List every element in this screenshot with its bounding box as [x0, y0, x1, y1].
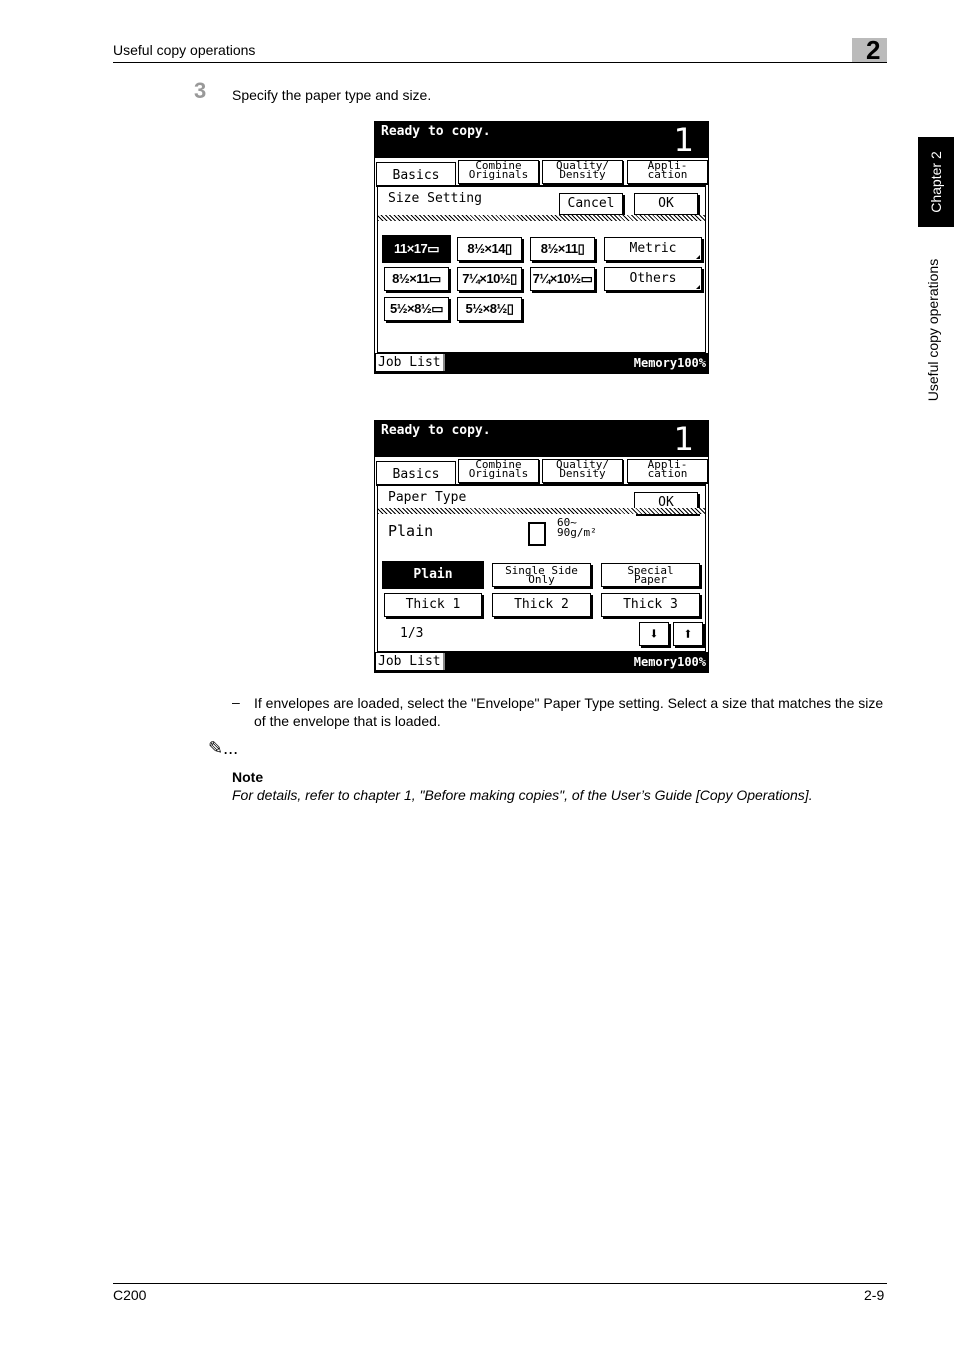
status-bar: Ready to copy. 1 — [375, 122, 708, 158]
tab-application[interactable]: Appli-cation — [627, 160, 708, 184]
bottom-bar: Job List Memory100% — [375, 353, 708, 373]
tab-label: Basics — [392, 467, 440, 482]
panel-title: Paper Type — [388, 490, 467, 505]
panel-title: Size Setting — [388, 191, 482, 206]
tab-basics[interactable]: Basics — [376, 461, 456, 486]
size-setting-panel: Size Setting Cancel OK 11×17▭ 8½×14▯ 8½×… — [377, 185, 706, 353]
tab-label: Originals — [468, 467, 529, 480]
size-setting-screen: Ready to copy. 1 Basics Combine Originals… — [374, 121, 709, 374]
thick-3-button[interactable]: Thick 3 — [601, 593, 700, 617]
status-message: Ready to copy. — [381, 124, 491, 139]
size-button-11x17[interactable]: 11×17▭ — [382, 235, 451, 263]
tab-label: Basics — [392, 168, 440, 183]
status-message: Ready to copy. — [381, 423, 491, 438]
paper-sheet-icon — [528, 522, 546, 546]
hatch-divider — [378, 215, 705, 221]
section-side-label-text: Useful copy operations — [925, 258, 941, 402]
section-side-label: Useful copy operations — [918, 240, 954, 420]
footer-model: C200 — [113, 1287, 147, 1303]
tab-application[interactable]: Appli-cation — [627, 459, 708, 483]
tab-combine-originals[interactable]: Combine Originals — [458, 160, 539, 184]
down-arrow-button[interactable]: ⬇ — [639, 622, 669, 646]
current-paper-type: Plain — [388, 522, 434, 540]
thick-2-button[interactable]: Thick 2 — [492, 593, 591, 617]
chapter-side-tab: Chapter 2 — [918, 137, 954, 227]
others-button[interactable]: Others — [604, 267, 702, 291]
size-button-5-5x8-5-landscape[interactable]: 5½×8½▭ — [384, 297, 449, 321]
bullet-text: If envelopes are loaded, select the "Env… — [254, 695, 884, 729]
paper-type-panel: Paper Type OK Plain 60~ 90g/m² Plain Sing… — [377, 484, 706, 652]
tab-basics[interactable]: Basics — [376, 162, 456, 187]
metric-button[interactable]: Metric — [604, 237, 702, 261]
paper-weight-line2: 90g/m² — [557, 526, 597, 539]
pencil-note-icon: ✎... — [208, 738, 239, 758]
cancel-button[interactable]: Cancel — [559, 193, 623, 215]
special-paper-button[interactable]: Special Paper — [601, 563, 700, 587]
thick-1-button[interactable]: Thick 1 — [384, 593, 482, 617]
status-bar: Ready to copy. 1 — [375, 421, 708, 457]
tab-label: cation — [647, 467, 688, 480]
tab-label: Density — [559, 168, 606, 181]
paper-weight: 60~ 90g/m² — [557, 517, 597, 539]
bottom-bar: Job List Memory100% — [375, 652, 708, 672]
single-side-only-button[interactable]: Single Side Only — [492, 563, 591, 587]
tab-label: Originals — [468, 168, 529, 181]
tab-quality-density[interactable]: Quality/Density — [542, 160, 623, 184]
arrow-down-icon: ⬇ — [649, 624, 659, 643]
plain-button[interactable]: Plain — [382, 561, 484, 589]
step-text: Specify the paper type and size. — [232, 87, 432, 103]
copy-count: 1 — [673, 121, 694, 159]
tab-label: cation — [647, 168, 688, 181]
tab-quality-density[interactable]: Quality/Density — [542, 459, 623, 483]
copy-count: 1 — [673, 420, 694, 458]
memory-indicator: Memory100% — [633, 655, 706, 669]
tab-bar: Basics Combine Originals Quality/Density … — [375, 457, 708, 486]
button-label: Paper — [633, 573, 668, 586]
tab-label: Density — [559, 467, 606, 480]
size-button-8-5x11[interactable]: 8½×11▯ — [530, 237, 595, 261]
chapter-side-tab-label: Chapter 2 — [928, 151, 944, 213]
size-button-8-5x11-landscape[interactable]: 8½×11▭ — [384, 267, 449, 291]
paper-type-screen: Ready to copy. 1 Basics Combine Originals… — [374, 420, 709, 673]
running-header: Useful copy operations — [113, 42, 256, 58]
step-number: 3 — [194, 78, 207, 103]
up-arrow-button[interactable]: ⬆ — [673, 622, 703, 646]
arrow-up-icon: ⬆ — [683, 624, 693, 643]
footer-rule — [113, 1283, 887, 1284]
hatch-divider — [378, 508, 705, 514]
ok-button[interactable]: OK — [634, 193, 698, 215]
memory-indicator: Memory100% — [633, 356, 706, 370]
note-text: For details, refer to chapter 1, "Before… — [232, 787, 813, 803]
size-button-7-25x10-5-landscape[interactable]: 7¼×10½▭ — [530, 267, 595, 291]
chapter-number: 2 — [866, 35, 881, 65]
tab-combine-originals[interactable]: Combine Originals — [458, 459, 539, 483]
header-rule — [113, 62, 887, 63]
job-list-button[interactable]: Job List — [376, 653, 445, 670]
note-label: Note — [232, 769, 264, 785]
page-indicator: 1/3 — [400, 626, 424, 641]
size-button-5-5x8-5[interactable]: 5½×8½▯ — [457, 297, 522, 321]
bullet-dash: – — [232, 694, 240, 710]
tab-bar: Basics Combine Originals Quality/Density … — [375, 158, 708, 187]
footer-page-number: 2-9 — [864, 1287, 885, 1303]
size-button-8-5x14[interactable]: 8½×14▯ — [457, 237, 522, 261]
job-list-button[interactable]: Job List — [376, 354, 445, 371]
size-button-7-25x10-5[interactable]: 7¼×10½▯ — [457, 267, 522, 291]
